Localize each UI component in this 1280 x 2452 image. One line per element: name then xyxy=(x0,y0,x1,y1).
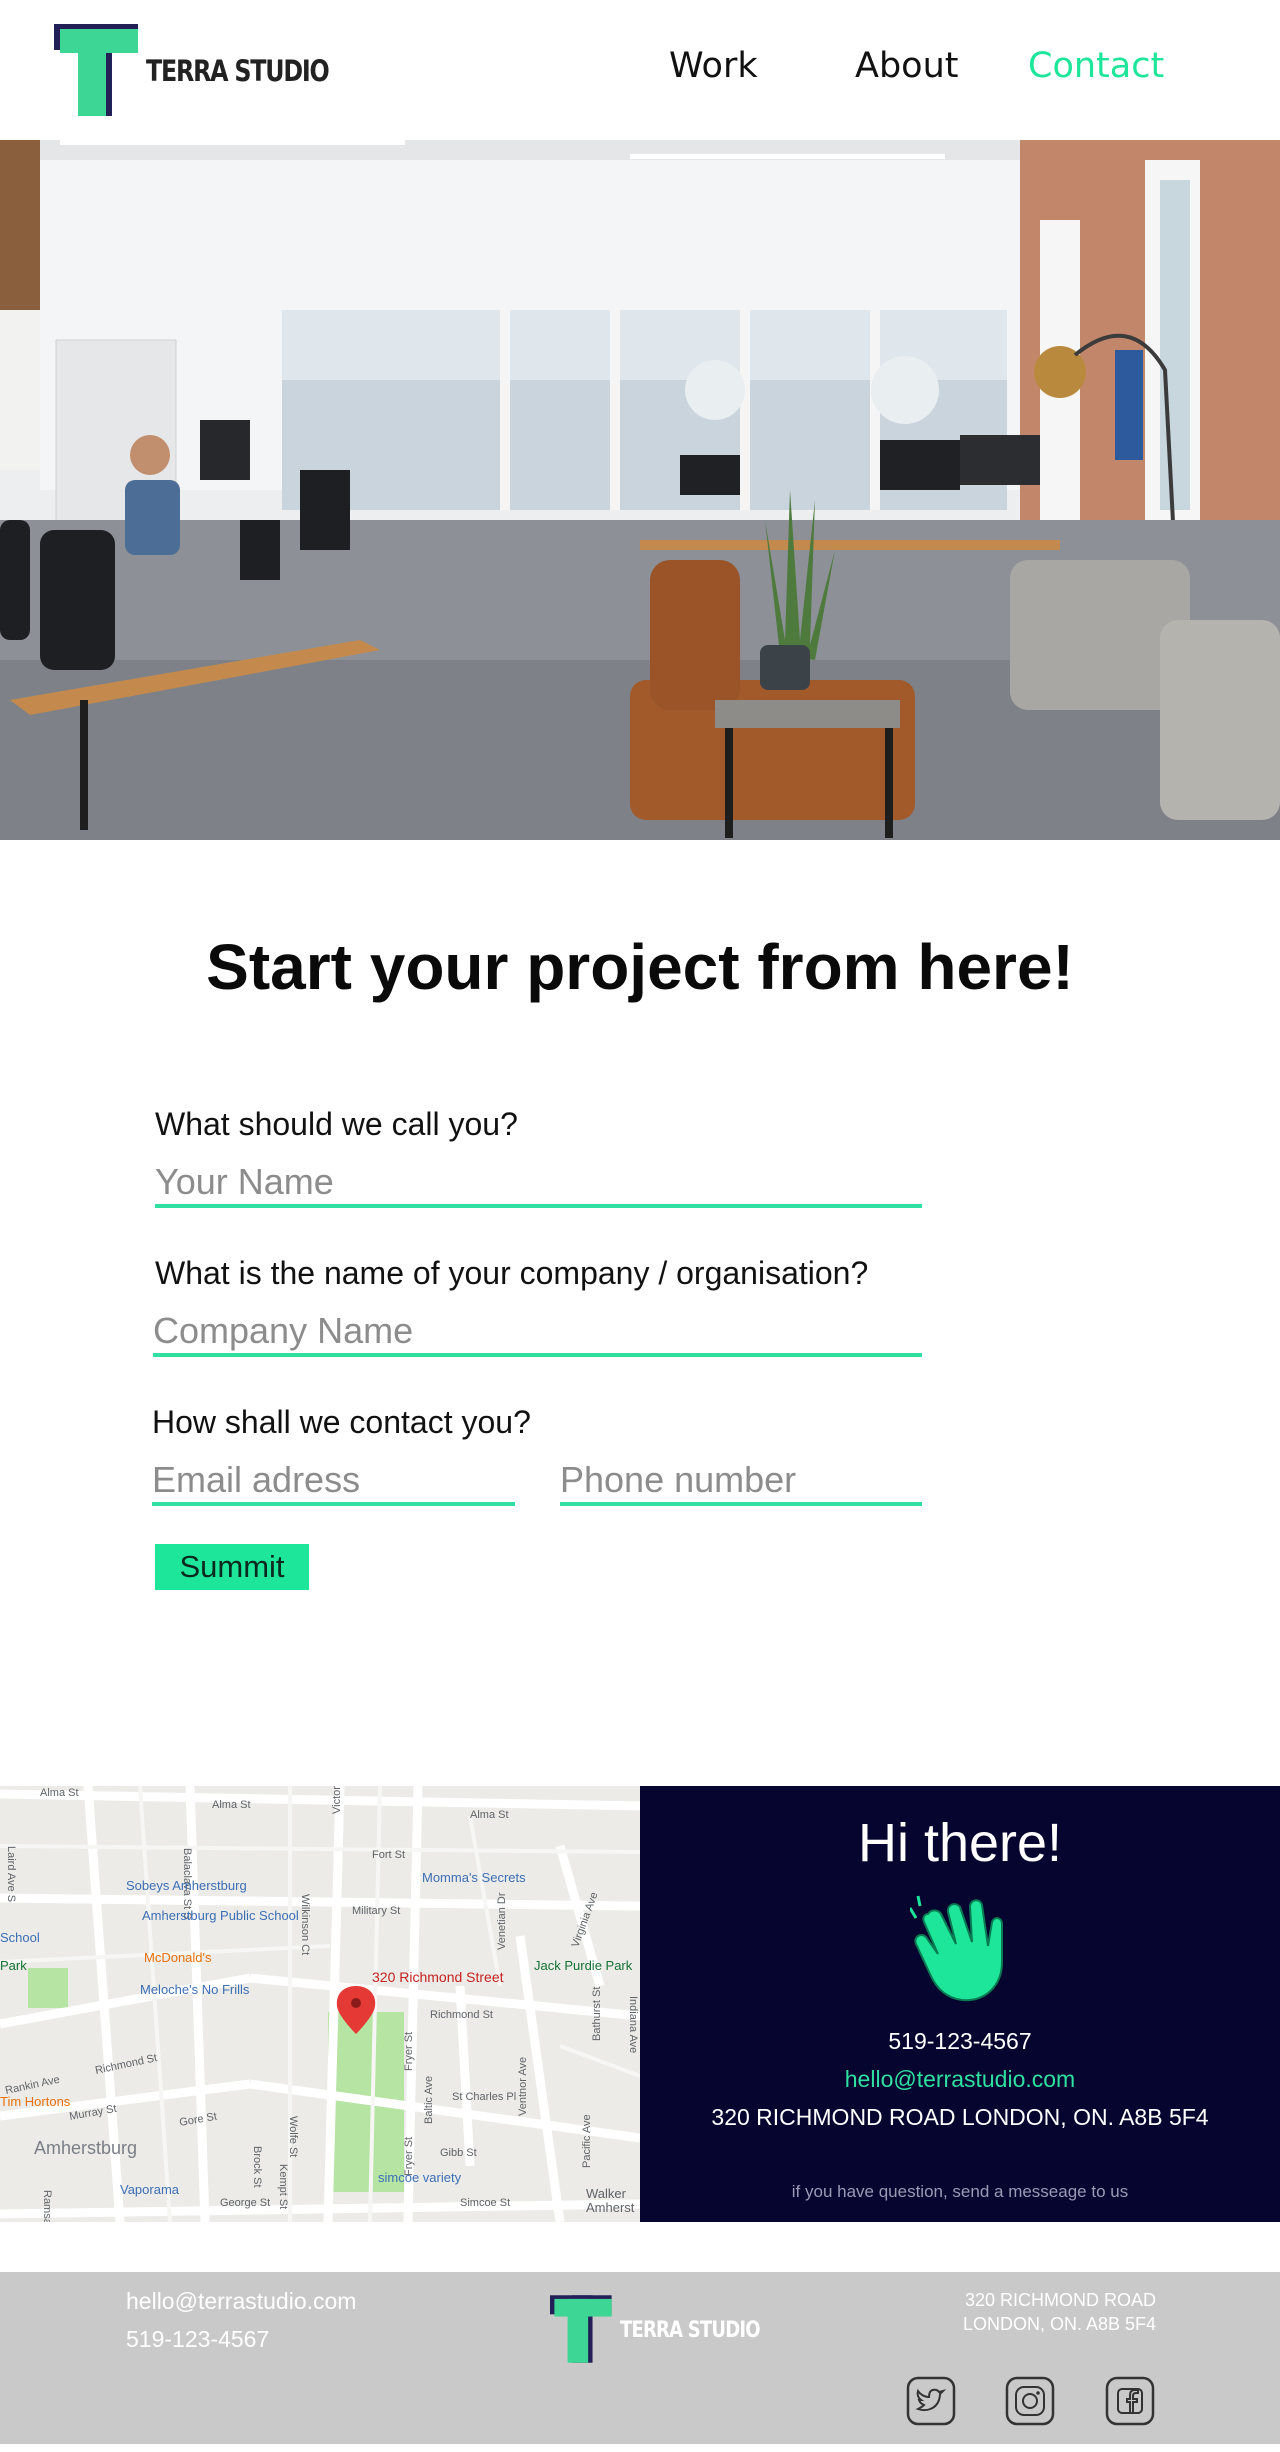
map-street-label: Ventnor Ave xyxy=(517,2057,529,2116)
map-street-label: Indiana Ave xyxy=(627,1996,639,2053)
map-street-label: Alma St xyxy=(212,1799,251,1811)
map-street-label: Fryer St xyxy=(403,2032,415,2071)
greeting-heading: Hi there! xyxy=(857,1813,1063,1873)
nav-about[interactable]: About xyxy=(855,46,958,86)
map-place-label[interactable]: Jack Purdie Park xyxy=(534,1958,633,1973)
footer-logo-icon[interactable] xyxy=(550,2294,616,2364)
map-place-label[interactable]: Tim Hortons xyxy=(0,2094,71,2109)
map-street-label: St Charles Pl xyxy=(452,2091,516,2103)
site-footer: hello@terrastudio.com 519-123-4567 TERRA… xyxy=(0,2272,1280,2444)
twitter-icon[interactable] xyxy=(906,2376,956,2426)
footer-address-line2: LONDON, ON. A8B 5F4 xyxy=(962,2314,1156,2334)
map-street-label: Kempt St xyxy=(277,2164,289,2209)
site-header: TERRA STUDIO Work About Contact xyxy=(0,0,1280,140)
map-street-label: Gibb St xyxy=(440,2147,477,2159)
footer-brand-name: TERRA STUDIO xyxy=(620,2318,761,2343)
map-street-label: Military St xyxy=(352,1905,400,1917)
map-place-label[interactable]: Amherst xyxy=(586,2200,635,2215)
contact-address: 320 RICHMOND ROAD LONDON, ON. A8B 5F4 xyxy=(711,2104,1209,2130)
map-place-label[interactable]: Amherstburg xyxy=(34,2138,137,2158)
map-street-label: George St xyxy=(220,2197,270,2209)
name-question-label: What should we call you? xyxy=(155,1106,518,1142)
map-street-label: Wilkinson Ct xyxy=(299,1894,311,1955)
map-street-label: Ramsay St xyxy=(41,2190,53,2222)
map-street-label: Brock St xyxy=(251,2146,263,2188)
footer-email[interactable]: hello@terrastudio.com xyxy=(126,2288,356,2315)
pin-address-label[interactable]: 320 Richmond Street xyxy=(372,1969,504,1985)
map-place-label[interactable]: simcoe variety xyxy=(378,2170,462,2185)
map-street-label: Venetian Dr xyxy=(496,1892,508,1950)
contact-note: if you have question, send a messeage to… xyxy=(791,2182,1129,2201)
hero-office-photo xyxy=(0,140,1280,840)
office-photo-illustration xyxy=(0,140,1280,840)
map-place-label[interactable]: Momma's Secrets xyxy=(422,1870,526,1885)
map-street-label: Bathurst St xyxy=(591,1987,603,2041)
waving-hand-icon xyxy=(910,1895,1003,2002)
facebook-icon[interactable] xyxy=(1105,2376,1155,2426)
map-street-label: Wolfe St xyxy=(287,2116,299,2157)
contact-email[interactable]: hello@terrastudio.com xyxy=(640,2066,1280,2093)
company-input[interactable] xyxy=(153,1309,922,1357)
map-place-label[interactable]: Sobeys Amherstburg xyxy=(126,1878,247,1893)
map-place-label[interactable]: Walker xyxy=(586,2186,627,2201)
nav-work[interactable]: Work xyxy=(669,46,758,86)
map-street-label: Alma St xyxy=(40,1787,79,1799)
map-street-label: Victoria St xyxy=(331,1786,343,1814)
footer-address-line1: 320 RICHMOND ROAD xyxy=(964,2290,1156,2310)
footer-phone[interactable]: 519-123-4567 xyxy=(126,2326,269,2353)
terra-logo-icon[interactable] xyxy=(54,24,144,116)
nav-contact[interactable]: Contact xyxy=(1028,46,1164,86)
instagram-icon[interactable] xyxy=(1005,2376,1055,2426)
contact-question-label: How shall we contact you? xyxy=(152,1404,531,1440)
name-input[interactable] xyxy=(155,1160,922,1208)
map-place-label[interactable]: Meloche's No Frills xyxy=(140,1982,250,1997)
map-canvas: Alma St Alma St Alma St Fort St Military St R… xyxy=(0,1786,640,2222)
brand-name: TERRA STUDIO xyxy=(146,54,330,88)
map-street-label: Pacific Ave xyxy=(581,2114,593,2168)
map-street-label: Laird Ave S xyxy=(5,1846,17,1902)
submit-button[interactable]: Summit xyxy=(155,1544,309,1590)
map-street-label: Fort St xyxy=(372,1849,405,1861)
map-place-label[interactable]: School xyxy=(0,1930,40,1945)
contact-phone[interactable]: 519-123-4567 xyxy=(640,2028,1280,2055)
company-question-label: What is the name of your company / organ… xyxy=(155,1255,869,1291)
map-place-label[interactable]: Vaporama xyxy=(120,2182,180,2197)
email-input[interactable] xyxy=(152,1458,515,1506)
park-area xyxy=(28,1968,68,2008)
map-place-label[interactable]: Amherstburg Public School xyxy=(142,1908,299,1923)
phone-input[interactable] xyxy=(560,1458,922,1506)
page-headline: Start your project from here! xyxy=(206,931,1074,1003)
map-street-label: Simcoe St xyxy=(460,2197,510,2209)
map-street-label: Richmond St xyxy=(430,2009,493,2021)
map-street-label: Alma St xyxy=(470,1809,509,1821)
location-map[interactable]: Alma St Alma St Alma St Fort St Military St R… xyxy=(0,1786,640,2222)
contact-panel: Hi there! 519-123-4567 hello@terrastudio… xyxy=(640,1786,1280,2222)
map-place-label[interactable]: Park xyxy=(0,1958,27,1973)
map-place-label[interactable]: McDonald's xyxy=(144,1950,212,1965)
map-street-label: Baltic Ave xyxy=(423,2076,435,2124)
